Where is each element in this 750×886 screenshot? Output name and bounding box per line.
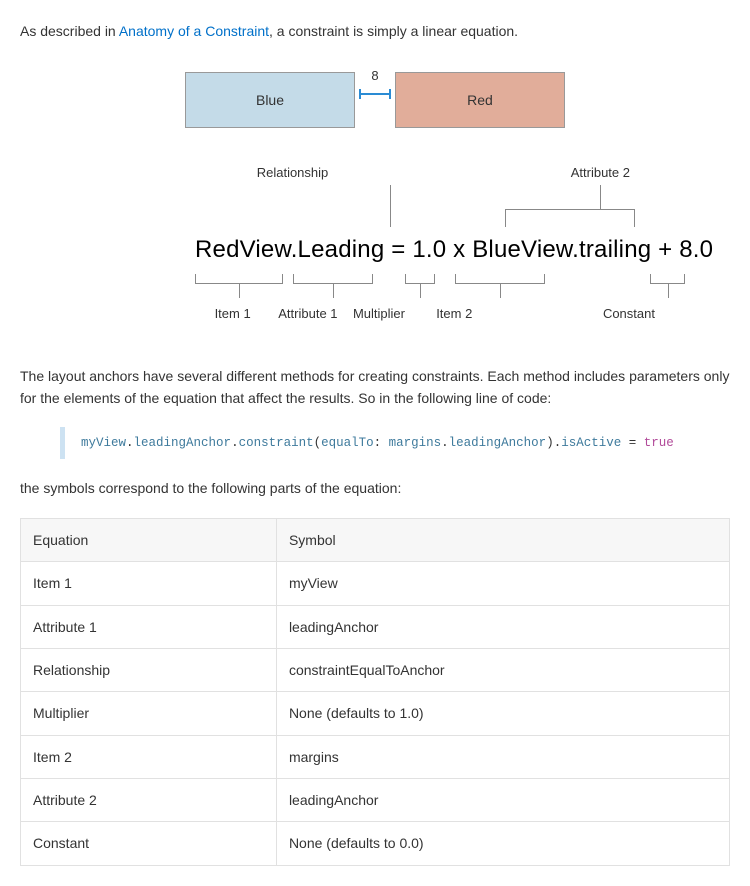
label-item2: Item 2: [412, 304, 496, 325]
table-cell: Item 2: [21, 735, 277, 778]
table-cell: Attribute 2: [21, 779, 277, 822]
label-item1: Item 1: [195, 304, 270, 325]
mid-paragraph-2: the symbols correspond to the following …: [20, 477, 730, 499]
table-cell: Multiplier: [21, 692, 277, 735]
label-multiplier: Multiplier: [346, 304, 413, 325]
table-header-row: Equation Symbol: [21, 518, 730, 561]
code-token: leadingAnchor: [134, 436, 232, 450]
table-cell: leadingAnchor: [276, 779, 729, 822]
constant-bracket: [650, 274, 685, 284]
table-cell: Constant: [21, 822, 277, 865]
item1-bracket: [195, 274, 283, 284]
label-constant: Constant: [496, 304, 655, 325]
attribute2-fork: [505, 185, 635, 227]
table-header: Symbol: [276, 518, 729, 561]
table-cell: None (defaults to 0.0): [276, 822, 729, 865]
red-box: Red: [395, 72, 565, 128]
top-label-attribute2: Attribute 2: [390, 163, 650, 185]
constraint-boxes-diagram: Blue 8 Red Relationship Attribute 2 RedV…: [95, 72, 655, 324]
mid-paragraph-1: The layout anchors have several differen…: [20, 365, 730, 410]
top-label-relationship: Relationship: [195, 163, 390, 185]
table-row: ConstantNone (defaults to 0.0): [21, 822, 730, 865]
table-cell: constraintEqualToAnchor: [276, 648, 729, 691]
table-cell: Item 1: [21, 562, 277, 605]
code-token: isActive: [561, 436, 621, 450]
anatomy-link[interactable]: Anatomy of a Constraint: [119, 23, 269, 39]
equation-parts-table: Equation Symbol Item 1myViewAttribute 1l…: [20, 518, 730, 866]
gap-indicator: 8: [355, 66, 395, 99]
table-cell: None (defaults to 1.0): [276, 692, 729, 735]
table-row: Item 2margins: [21, 735, 730, 778]
code-token: myView: [81, 436, 126, 450]
code-token: margins: [389, 436, 442, 450]
table-row: RelationshipconstraintEqualToAnchor: [21, 648, 730, 691]
table-cell: Attribute 1: [21, 605, 277, 648]
table-row: Item 1myView: [21, 562, 730, 605]
code-token: constraint: [239, 436, 314, 450]
gap-arrow-icon: [357, 89, 393, 99]
equation-diagram: Relationship Attribute 2 RedView.Leading…: [95, 163, 655, 324]
blue-box: Blue: [185, 72, 355, 128]
code-token: leadingAnchor: [449, 436, 547, 450]
code-example: myView.leadingAnchor.constraint(equalTo:…: [60, 427, 730, 459]
code-token: equalTo: [321, 436, 374, 450]
code-token: true: [644, 436, 674, 450]
intro-prefix: As described in: [20, 23, 119, 39]
table-header: Equation: [21, 518, 277, 561]
table-row: MultiplierNone (defaults to 1.0): [21, 692, 730, 735]
table-cell: Relationship: [21, 648, 277, 691]
table-cell: margins: [276, 735, 729, 778]
multiplier-bracket: [405, 274, 435, 284]
label-attribute1: Attribute 1: [270, 304, 345, 325]
gap-value: 8: [371, 66, 378, 87]
attribute1-bracket: [293, 274, 373, 284]
relationship-line: [390, 185, 391, 227]
table-cell: leadingAnchor: [276, 605, 729, 648]
table-row: Attribute 1leadingAnchor: [21, 605, 730, 648]
intro-suffix: , a constraint is simply a linear equati…: [269, 23, 518, 39]
item2-bracket: [455, 274, 545, 284]
table-row: Attribute 2leadingAnchor: [21, 779, 730, 822]
intro-paragraph: As described in Anatomy of a Constraint,…: [20, 20, 730, 42]
equation-text: RedView.Leading = 1.0 x BlueView.trailin…: [195, 231, 655, 269]
table-cell: myView: [276, 562, 729, 605]
